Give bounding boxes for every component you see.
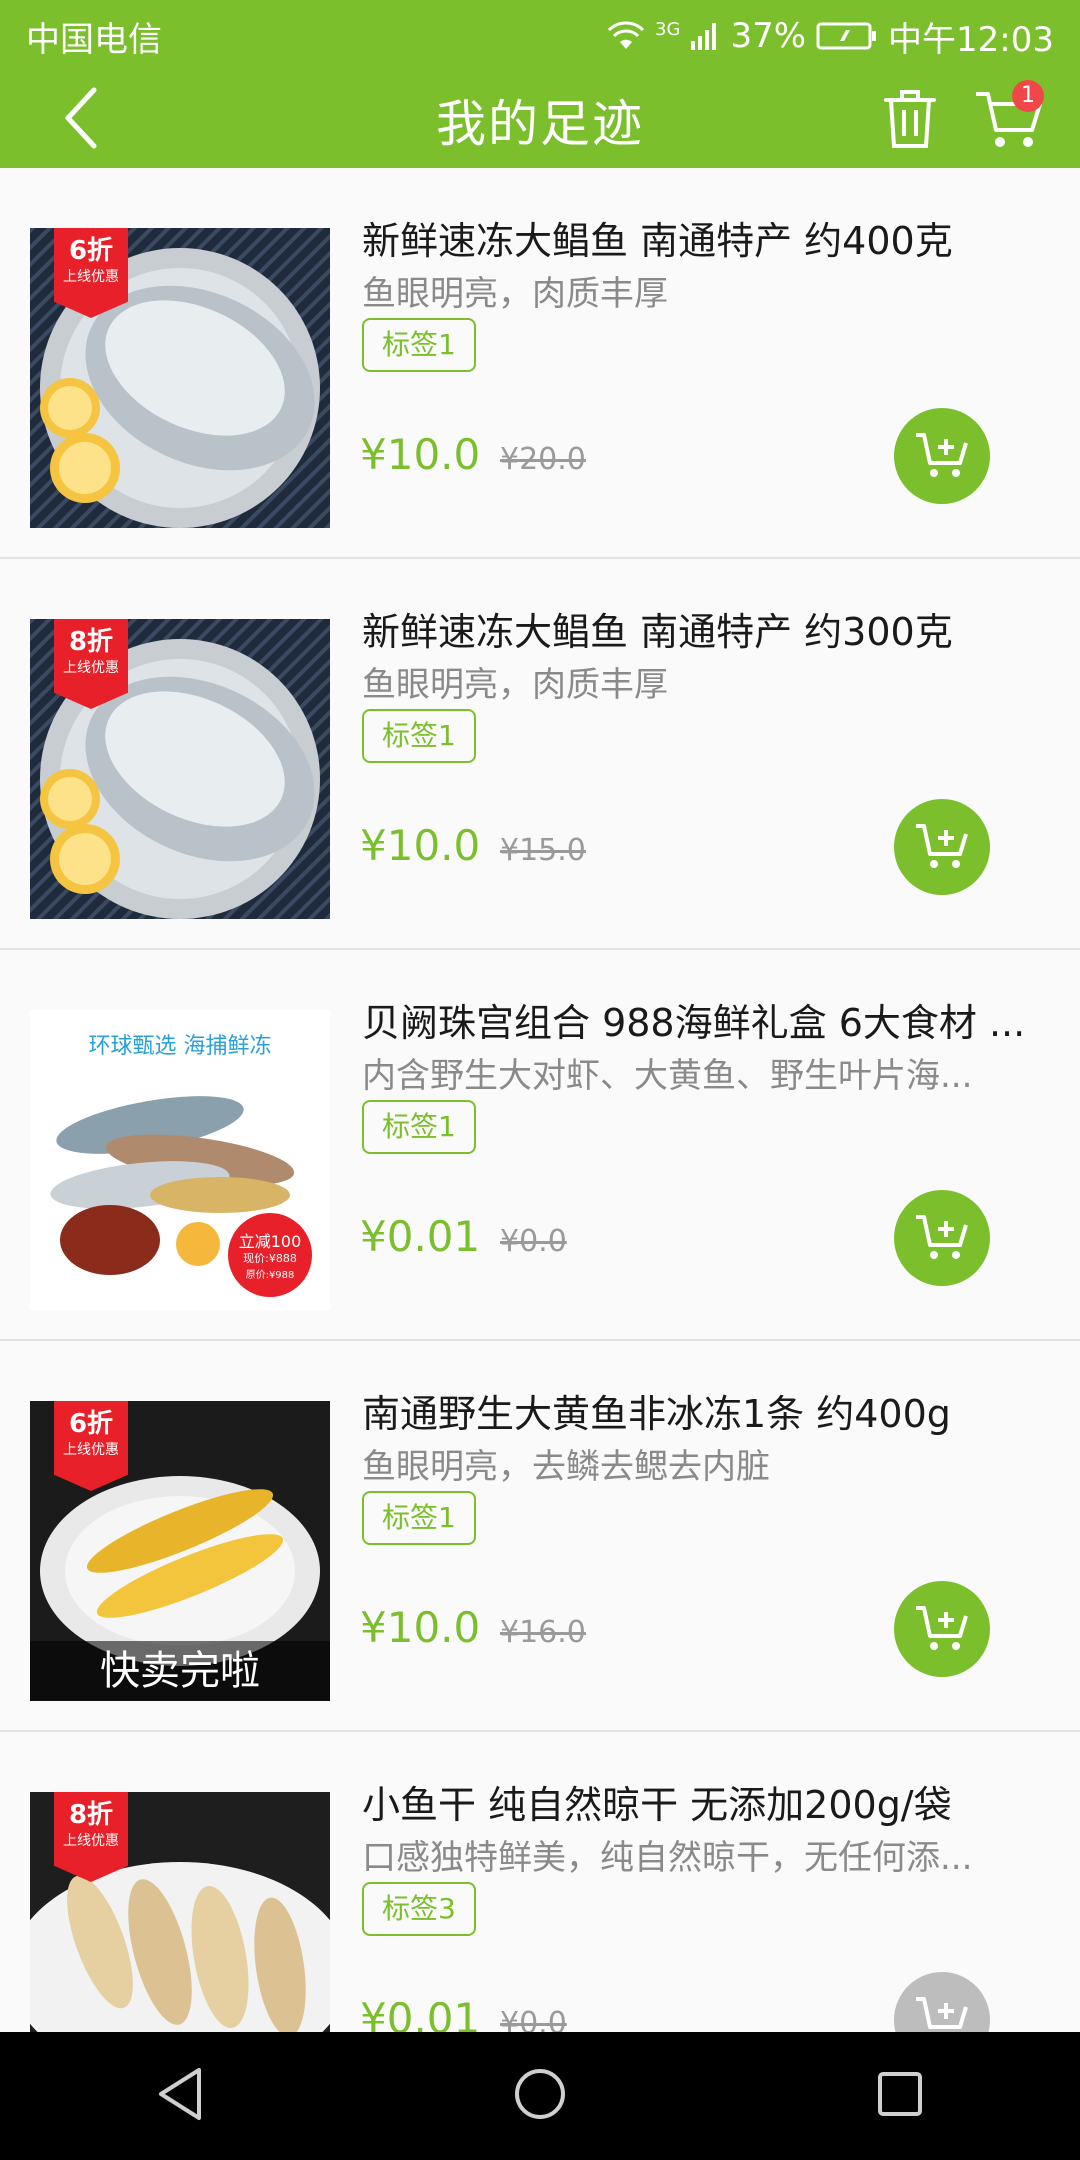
product-title: 小鱼干 纯自然晾干 无添加200g/袋 xyxy=(362,1783,952,1827)
nav-home-button[interactable] xyxy=(490,2046,590,2146)
product-price: ¥0.01 xyxy=(360,1994,481,2032)
add-cart-icon xyxy=(914,429,970,483)
app-header: 我的足迹 1 xyxy=(0,72,1080,168)
list-item[interactable]: 8折 上线优惠 新鲜速冻大鲳鱼 南通特产 约300克 鱼眼明亮，肉质丰厚 标签1… xyxy=(0,559,1080,950)
product-description: 鱼眼明亮，肉质丰厚 xyxy=(362,274,668,314)
add-cart-icon xyxy=(914,820,970,874)
discount-tag: 8折 上线优惠 xyxy=(54,1792,128,1882)
clear-history-button[interactable] xyxy=(870,76,950,164)
wifi-icon xyxy=(607,21,645,51)
triangle-back-icon xyxy=(155,2066,205,2126)
signal-icon xyxy=(690,21,720,51)
product-image[interactable]: 6折 上线优惠 xyxy=(30,228,330,528)
add-cart-icon xyxy=(914,1602,970,1656)
product-title: 南通野生大黄鱼非冰冻1条 约400g xyxy=(362,1392,951,1436)
battery-icon xyxy=(816,21,878,51)
cart-button[interactable]: 1 xyxy=(964,76,1054,164)
product-description: 内含野生大对虾、大黄鱼、野生叶片海... xyxy=(362,1056,973,1096)
product-title: 新鲜速冻大鲳鱼 南通特产 约400克 xyxy=(362,219,953,263)
product-title: 新鲜速冻大鲳鱼 南通特产 约300克 xyxy=(362,610,953,654)
discount-tag: 6折 上线优惠 xyxy=(54,228,128,318)
sold-out-banner: 快卖完啦 xyxy=(30,1641,330,1701)
add-cart-icon xyxy=(914,1993,970,2032)
original-price: ¥0.0 xyxy=(500,2006,567,2032)
status-bar: 中国电信 3G 37% 中午12:03 xyxy=(0,0,1080,72)
original-price: ¥20.0 xyxy=(500,442,586,477)
nav-back-button[interactable] xyxy=(130,2046,230,2146)
add-cart-icon xyxy=(914,1211,970,1265)
cart-count-badge: 1 xyxy=(1012,80,1044,112)
product-description: 鱼眼明亮，肉质丰厚 xyxy=(362,665,668,705)
square-recents-icon xyxy=(875,2069,925,2123)
product-tag: 标签1 xyxy=(362,1491,476,1545)
back-arrow-icon xyxy=(60,86,100,154)
list-item[interactable]: 6折 上线优惠 新鲜速冻大鲳鱼 南通特产 约400克 鱼眼明亮，肉质丰厚 标签1… xyxy=(0,168,1080,559)
image-badge-original-price: 原价:¥988 xyxy=(245,1270,295,1281)
add-to-cart-button[interactable] xyxy=(894,1581,990,1677)
product-image[interactable]: 8折 上线优惠 xyxy=(30,619,330,919)
list-item[interactable]: 环球甄选 海捕鲜冻 立减100 现价:¥888 原价:¥988 贝阙珠宫组合 9… xyxy=(0,950,1080,1341)
add-to-cart-button[interactable] xyxy=(894,408,990,504)
image-caption: 环球甄选 海捕鲜冻 xyxy=(88,1034,272,1059)
back-button[interactable] xyxy=(40,76,120,164)
network-type-label: 3G xyxy=(655,18,681,40)
discount-tag: 6折 上线优惠 xyxy=(54,1401,128,1491)
product-image[interactable]: 8折 上线优惠 xyxy=(30,1792,330,2032)
product-price: ¥10.0 xyxy=(360,430,481,479)
product-description: 鱼眼明亮，去鳞去鳃去内脏 xyxy=(362,1447,770,1487)
carrier-label: 中国电信 xyxy=(26,19,162,60)
product-tag: 标签1 xyxy=(362,1100,476,1154)
product-price: ¥10.0 xyxy=(360,1603,481,1652)
clock: 中午12:03 xyxy=(888,19,1054,60)
original-price: ¥15.0 xyxy=(500,833,586,868)
product-tag: 标签3 xyxy=(362,1882,476,1936)
list-item[interactable]: 8折 上线优惠 小鱼干 纯自然晾干 无添加200g/袋 口感独特鲜美，纯自然晾干… xyxy=(0,1732,1080,2032)
product-tag: 标签1 xyxy=(362,318,476,372)
circle-home-icon xyxy=(512,2066,568,2126)
trash-icon xyxy=(882,86,938,154)
product-image[interactable]: 6折 上线优惠 快卖完啦 xyxy=(30,1401,330,1701)
list-item[interactable]: 6折 上线优惠 快卖完啦 南通野生大黄鱼非冰冻1条 约400g 鱼眼明亮，去鳞去… xyxy=(0,1341,1080,1732)
page-title: 我的足迹 xyxy=(436,95,644,153)
nav-recents-button[interactable] xyxy=(850,2046,950,2146)
product-tag: 标签1 xyxy=(362,709,476,763)
image-badge-text: 立减100 xyxy=(238,1232,302,1251)
add-to-cart-button[interactable] xyxy=(894,1972,990,2032)
product-price: ¥0.01 xyxy=(360,1212,481,1261)
image-badge-price: 现价:¥888 xyxy=(243,1252,297,1265)
product-description: 口感独特鲜美，纯自然晾干，无任何添... xyxy=(362,1838,973,1878)
history-list[interactable]: 6折 上线优惠 新鲜速冻大鲳鱼 南通特产 约400克 鱼眼明亮，肉质丰厚 标签1… xyxy=(0,168,1080,2032)
original-price: ¥0.0 xyxy=(500,1224,567,1259)
battery-percent: 37% xyxy=(730,16,807,56)
add-to-cart-button[interactable] xyxy=(894,1190,990,1286)
discount-tag: 8折 上线优惠 xyxy=(54,619,128,709)
system-nav-bar xyxy=(0,2032,1080,2160)
product-image[interactable]: 环球甄选 海捕鲜冻 立减100 现价:¥888 原价:¥988 xyxy=(30,1010,330,1310)
product-title: 贝阙珠宫组合 988海鲜礼盒 6大食材 ... xyxy=(362,1001,1026,1045)
add-to-cart-button[interactable] xyxy=(894,799,990,895)
product-price: ¥10.0 xyxy=(360,821,481,870)
original-price: ¥16.0 xyxy=(500,1615,586,1650)
status-indicators: 3G 37% 中午12:03 xyxy=(607,12,1054,61)
